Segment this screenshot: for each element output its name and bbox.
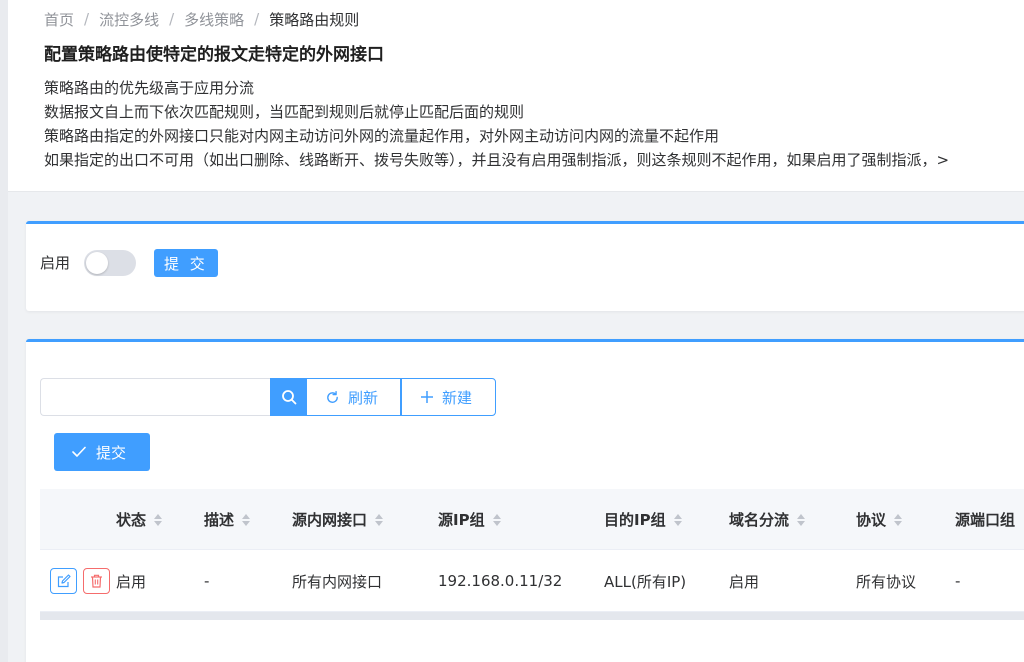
breadcrumb: 首页 / 流控多线 / 多线策略 / 策略路由规则	[44, 8, 359, 30]
column-label: 源端口组	[955, 511, 1016, 529]
rules-table: 状态 描述 源内网接口 源IP组 目的IP组 域名分流 协议 源端口组 启用 -…	[40, 489, 1024, 620]
column-header-protocol[interactable]: 协议	[856, 489, 903, 550]
row-actions	[50, 550, 110, 612]
column-header-domain-split[interactable]: 域名分流	[729, 489, 806, 550]
breadcrumb-home[interactable]: 首页	[44, 9, 74, 30]
column-label: 协议	[856, 511, 887, 529]
switch-knob	[86, 252, 108, 274]
sort-icon[interactable]	[797, 513, 806, 526]
page-title: 配置策略路由使特定的报文走特定的外网接口	[44, 45, 384, 65]
column-header-source-port-group[interactable]: 源端口组	[955, 489, 1015, 550]
sort-icon[interactable]	[673, 513, 682, 526]
delete-button[interactable]	[83, 568, 110, 594]
breadcrumb-current: 策略路由规则	[269, 10, 360, 29]
column-label: 源IP组	[438, 511, 485, 529]
sort-icon[interactable]	[375, 513, 384, 526]
description-line: 策略路由指定的外网接口只能对内网主动访问外网的流量起作用，对外网主动访问内网的流…	[44, 127, 720, 145]
plus-icon	[421, 391, 433, 403]
cell-source-interface: 所有内网接口	[292, 572, 383, 591]
search-input[interactable]	[40, 378, 270, 416]
sort-icon[interactable]	[154, 513, 163, 526]
column-header-source-interface[interactable]: 源内网接口	[292, 489, 384, 550]
breadcrumb-flow-control[interactable]: 流控多线	[99, 9, 159, 30]
column-header-description[interactable]: 描述	[204, 489, 251, 550]
enable-switch[interactable]	[84, 250, 136, 276]
rules-card: 刷新 新建 提交 状态 描述 源内网接口 源IP组 目的IP组 域名分流 协议 …	[26, 339, 1024, 662]
column-header-source-ip-group[interactable]: 源IP组	[438, 489, 501, 550]
sort-icon[interactable]	[894, 513, 903, 526]
table-header: 状态 描述 源内网接口 源IP组 目的IP组 域名分流 协议 源端口组	[40, 489, 1024, 550]
search-icon	[281, 390, 296, 405]
cell-destination-ip-group: ALL(所有IP)	[604, 572, 687, 591]
description-line: 数据报文自上而下依次匹配规则，当匹配到规则后就停止匹配后面的规则	[44, 103, 525, 121]
cell-status: 启用	[116, 572, 147, 591]
refresh-icon	[327, 390, 338, 403]
column-header-destination-ip-group[interactable]: 目的IP组	[604, 489, 682, 550]
cell-protocol: 所有协议	[856, 572, 917, 591]
description-line: 如果指定的出口不可用（如出口删除、线路断开、拨号失败等），并且没有启用强制指派，…	[44, 151, 950, 169]
horizontal-scrollbar[interactable]	[40, 612, 1024, 620]
column-label: 源内网接口	[292, 511, 368, 529]
new-label: 新建	[442, 388, 473, 407]
trash-icon	[91, 574, 102, 588]
toolbar: 刷新 新建	[40, 378, 496, 416]
breadcrumb-separator: /	[254, 10, 260, 28]
description-line: 策略路由的优先级高于应用分流	[44, 79, 255, 97]
enable-submit-button[interactable]: 提 交	[154, 249, 218, 277]
check-icon	[72, 446, 86, 457]
column-label: 描述	[204, 511, 235, 529]
cell-description: -	[204, 572, 210, 590]
cell-source-port-group: -	[955, 572, 961, 590]
breadcrumb-separator: /	[169, 10, 175, 28]
column-label: 状态	[116, 511, 147, 529]
cell-source-ip-group: 192.168.0.11/32	[438, 572, 563, 590]
breadcrumb-separator: /	[84, 10, 90, 28]
breadcrumb-multiline-policy[interactable]: 多线策略	[184, 9, 244, 30]
refresh-button[interactable]: 刷新	[307, 378, 401, 416]
submit-label: 提交	[96, 443, 127, 462]
table-row: 启用 - 所有内网接口 192.168.0.11/32 ALL(所有IP) 启用…	[40, 550, 1024, 612]
column-header-status[interactable]: 状态	[116, 489, 163, 550]
edit-button[interactable]	[50, 568, 77, 594]
enable-card: 启用 提 交	[26, 221, 1024, 311]
submit-button[interactable]: 提交	[54, 433, 150, 471]
column-label: 目的IP组	[604, 511, 666, 529]
enable-label: 启用	[40, 254, 71, 272]
refresh-label: 刷新	[348, 388, 379, 407]
left-edge	[0, 0, 8, 662]
search-button[interactable]	[270, 378, 307, 416]
column-label: 域名分流	[729, 511, 790, 529]
sort-icon[interactable]	[492, 513, 501, 526]
sort-icon[interactable]	[242, 513, 251, 526]
cell-domain-split: 启用	[729, 572, 760, 591]
edit-icon	[57, 574, 71, 588]
new-button[interactable]: 新建	[401, 378, 496, 416]
page-header: 首页 / 流控多线 / 多线策略 / 策略路由规则 配置策略路由使特定的报文走特…	[8, 0, 1024, 192]
description: 策略路由的优先级高于应用分流 数据报文自上而下依次匹配规则，当匹配到规则后就停止…	[44, 77, 949, 173]
